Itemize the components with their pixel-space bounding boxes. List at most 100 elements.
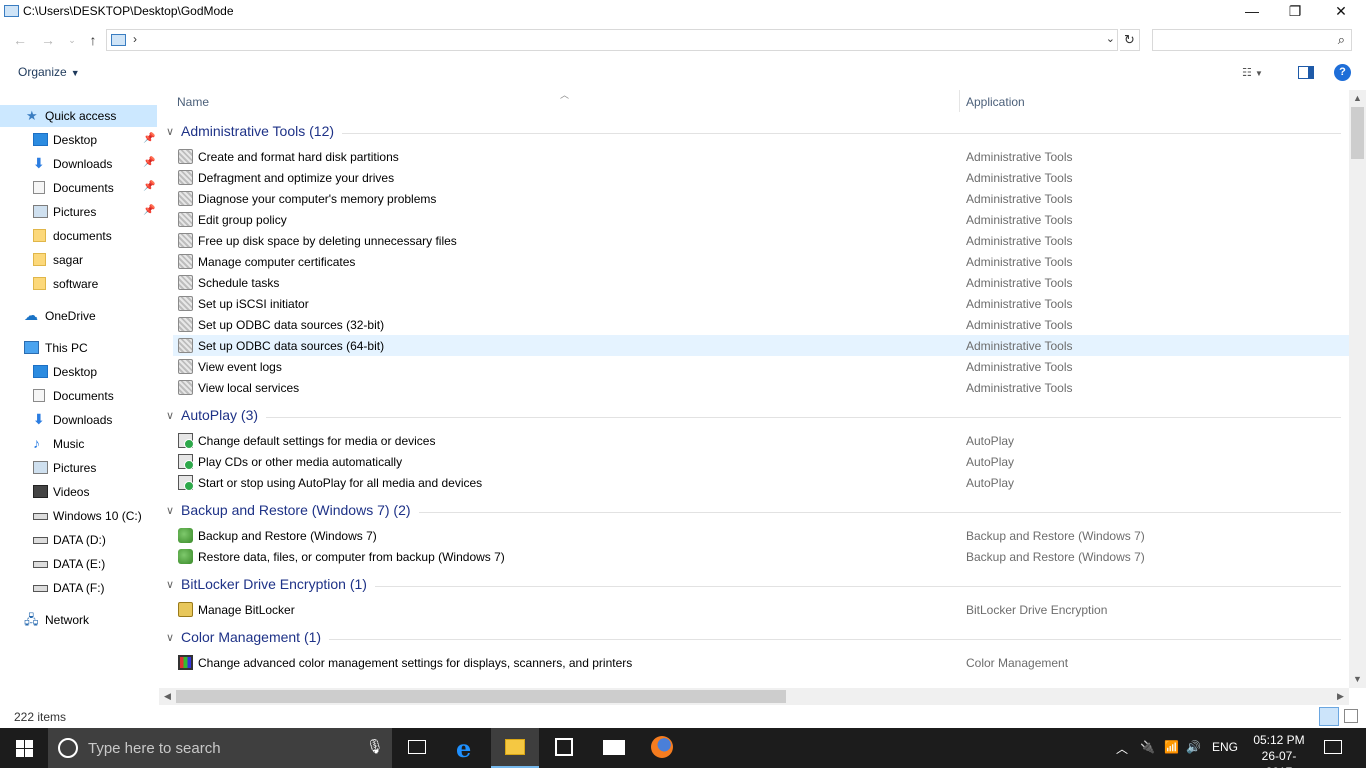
list-item[interactable]: View event logs Administrative Tools bbox=[173, 356, 1349, 377]
up-button[interactable]: ↑ bbox=[83, 30, 103, 50]
list-item[interactable]: Schedule tasks Administrative Tools bbox=[173, 272, 1349, 293]
power-icon[interactable]: 🔌 bbox=[1140, 740, 1155, 754]
start-button[interactable] bbox=[0, 728, 48, 768]
maximize-button[interactable]: ❐ bbox=[1272, 0, 1318, 24]
nav-item[interactable]: Videos bbox=[0, 481, 157, 503]
list-item[interactable]: Set up iSCSI initiator Administrative Too… bbox=[173, 293, 1349, 314]
breadcrumb-separator[interactable]: › bbox=[133, 32, 137, 46]
list-item[interactable]: Defragment and optimize your drives Admin… bbox=[173, 167, 1349, 188]
group-header[interactable]: ∨ BitLocker Drive Encryption (1) bbox=[159, 573, 1349, 599]
pin-icon[interactable]: 📌 bbox=[143, 157, 155, 168]
nav-item[interactable]: Pictures 📌 bbox=[0, 201, 157, 223]
wifi-icon[interactable]: 📶 bbox=[1164, 740, 1179, 754]
nav-item[interactable]: Pictures bbox=[0, 457, 157, 479]
nav-item[interactable]: ♪ Music bbox=[0, 433, 157, 455]
action-center-icon[interactable] bbox=[1324, 740, 1342, 754]
list-item[interactable]: Manage BitLocker BitLocker Drive Encrypti… bbox=[173, 599, 1349, 620]
nav-item[interactable]: DATA (E:) bbox=[0, 553, 157, 575]
nav-this-pc[interactable]: This PC bbox=[0, 337, 157, 359]
group-header[interactable]: ∨ Administrative Tools (12) bbox=[159, 120, 1349, 146]
list-item[interactable]: Set up ODBC data sources (32-bit) Adminis… bbox=[173, 314, 1349, 335]
store-button[interactable] bbox=[540, 728, 588, 768]
scroll-thumb[interactable] bbox=[1351, 107, 1364, 159]
list-item[interactable]: Change advanced color management setting… bbox=[173, 652, 1349, 673]
preview-pane-button[interactable] bbox=[1298, 66, 1314, 79]
nav-onedrive[interactable]: ☁ OneDrive bbox=[0, 305, 157, 327]
nav-item[interactable]: Windows 10 (C:) bbox=[0, 505, 157, 527]
nav-item[interactable]: DATA (D:) bbox=[0, 529, 157, 551]
nav-network[interactable]: 🖧 Network bbox=[0, 609, 157, 631]
details-view-button[interactable] bbox=[1319, 707, 1339, 726]
collapse-chevron-icon[interactable]: ∨ bbox=[166, 578, 174, 591]
nav-item[interactable]: Documents bbox=[0, 385, 157, 407]
list-item[interactable]: Diagnose your computer's memory problems… bbox=[173, 188, 1349, 209]
list-item[interactable]: Edit group policy Administrative Tools bbox=[173, 209, 1349, 230]
help-button[interactable]: ? bbox=[1334, 64, 1351, 81]
nav-item[interactable]: DATA (F:) bbox=[0, 577, 157, 599]
collapse-chevron-icon[interactable]: ∨ bbox=[166, 504, 174, 517]
list-item[interactable]: Change default settings for media or dev… bbox=[173, 430, 1349, 451]
pin-icon[interactable]: 📌 bbox=[143, 181, 155, 192]
column-name[interactable]: Name bbox=[177, 95, 209, 109]
show-hidden-icons-icon[interactable]: ︿ bbox=[1116, 740, 1128, 757]
collapse-chevron-icon[interactable]: ∨ bbox=[166, 631, 174, 644]
taskbar-search[interactable]: Type here to search 🎙 bbox=[48, 728, 392, 768]
chevron-down-icon[interactable]: ⌄ bbox=[1106, 32, 1115, 45]
nav-item[interactable]: software bbox=[0, 273, 157, 295]
list-item[interactable]: Free up disk space by deleting unnecessa… bbox=[173, 230, 1349, 251]
nav-item[interactable]: ⬇ Downloads 📌 bbox=[0, 153, 157, 175]
nav-item[interactable]: sagar bbox=[0, 249, 157, 271]
nav-item[interactable]: Desktop 📌 bbox=[0, 129, 157, 151]
horizontal-scrollbar[interactable]: ◀ ▶ bbox=[159, 688, 1349, 705]
search-input[interactable] bbox=[1153, 30, 1323, 50]
edge-button[interactable]: e bbox=[442, 728, 490, 768]
list-item[interactable]: Play CDs or other media automatically Aut… bbox=[173, 451, 1349, 472]
pin-icon[interactable]: 📌 bbox=[143, 205, 155, 216]
nav-item[interactable]: ⬇ Downloads bbox=[0, 409, 157, 431]
firefox-button[interactable] bbox=[638, 728, 686, 768]
recent-locations-button[interactable]: ⌄ bbox=[62, 30, 82, 50]
minimize-button[interactable]: — bbox=[1229, 0, 1275, 24]
language-indicator[interactable]: ENG bbox=[1212, 740, 1238, 754]
close-button[interactable]: ✕ bbox=[1318, 0, 1364, 24]
back-button[interactable]: ← bbox=[10, 30, 30, 50]
collapse-chevron-icon[interactable]: ∨ bbox=[166, 409, 174, 422]
list-item[interactable]: Restore data, files, or computer from ba… bbox=[173, 546, 1349, 567]
nav-item[interactable]: Documents 📌 bbox=[0, 177, 157, 199]
list-item[interactable]: Backup and Restore (Windows 7) Backup and… bbox=[173, 525, 1349, 546]
organize-button[interactable]: Organize ▼ bbox=[18, 65, 80, 79]
vertical-scrollbar[interactable]: ▲ ▼ bbox=[1349, 90, 1366, 688]
pin-icon[interactable]: 📌 bbox=[143, 133, 155, 144]
forward-button[interactable]: → bbox=[38, 30, 58, 50]
scroll-left-arrow[interactable]: ◀ bbox=[159, 688, 176, 705]
scroll-right-arrow[interactable]: ▶ bbox=[1332, 688, 1349, 705]
list-item[interactable]: View local services Administrative Tools bbox=[173, 377, 1349, 398]
search-box[interactable]: ⌕ bbox=[1152, 29, 1352, 51]
mail-button[interactable] bbox=[590, 728, 638, 768]
collapse-chevron-icon[interactable]: ∨ bbox=[166, 125, 174, 138]
change-view-button[interactable]: ☷ ▼ bbox=[1242, 66, 1263, 79]
scroll-thumb[interactable] bbox=[176, 690, 786, 703]
address-bar[interactable]: › ⌄ bbox=[106, 29, 1118, 51]
group-header[interactable]: ∨ Color Management (1) bbox=[159, 626, 1349, 652]
refresh-button[interactable]: ↻ bbox=[1120, 29, 1140, 51]
microphone-icon[interactable]: 🎙 bbox=[366, 738, 384, 755]
group-header[interactable]: ∨ AutoPlay (3) bbox=[159, 404, 1349, 430]
large-icons-view-button[interactable] bbox=[1344, 709, 1358, 723]
clock[interactable]: 05:12 PM 26-07-2017 bbox=[1250, 732, 1308, 780]
column-divider[interactable] bbox=[959, 90, 960, 112]
nav-item[interactable]: documents bbox=[0, 225, 157, 247]
nav-item[interactable]: Desktop bbox=[0, 361, 157, 383]
scroll-up-arrow[interactable]: ▲ bbox=[1349, 90, 1366, 107]
list-item[interactable]: Set up ODBC data sources (64-bit) Adminis… bbox=[173, 335, 1349, 356]
nav-quick-access[interactable]: ★ Quick access bbox=[0, 105, 157, 127]
list-item[interactable]: Manage computer certificates Administrati… bbox=[173, 251, 1349, 272]
task-view-button[interactable] bbox=[392, 728, 440, 768]
list-item[interactable]: Start or stop using AutoPlay for all med… bbox=[173, 472, 1349, 493]
file-explorer-button[interactable] bbox=[491, 728, 539, 768]
scroll-down-arrow[interactable]: ▼ bbox=[1349, 671, 1366, 688]
list-item[interactable]: Create and format hard disk partitions Ad… bbox=[173, 146, 1349, 167]
column-application[interactable]: Application bbox=[966, 95, 1025, 109]
group-header[interactable]: ∨ Backup and Restore (Windows 7) (2) bbox=[159, 499, 1349, 525]
volume-icon[interactable]: 🔊 bbox=[1186, 740, 1201, 754]
